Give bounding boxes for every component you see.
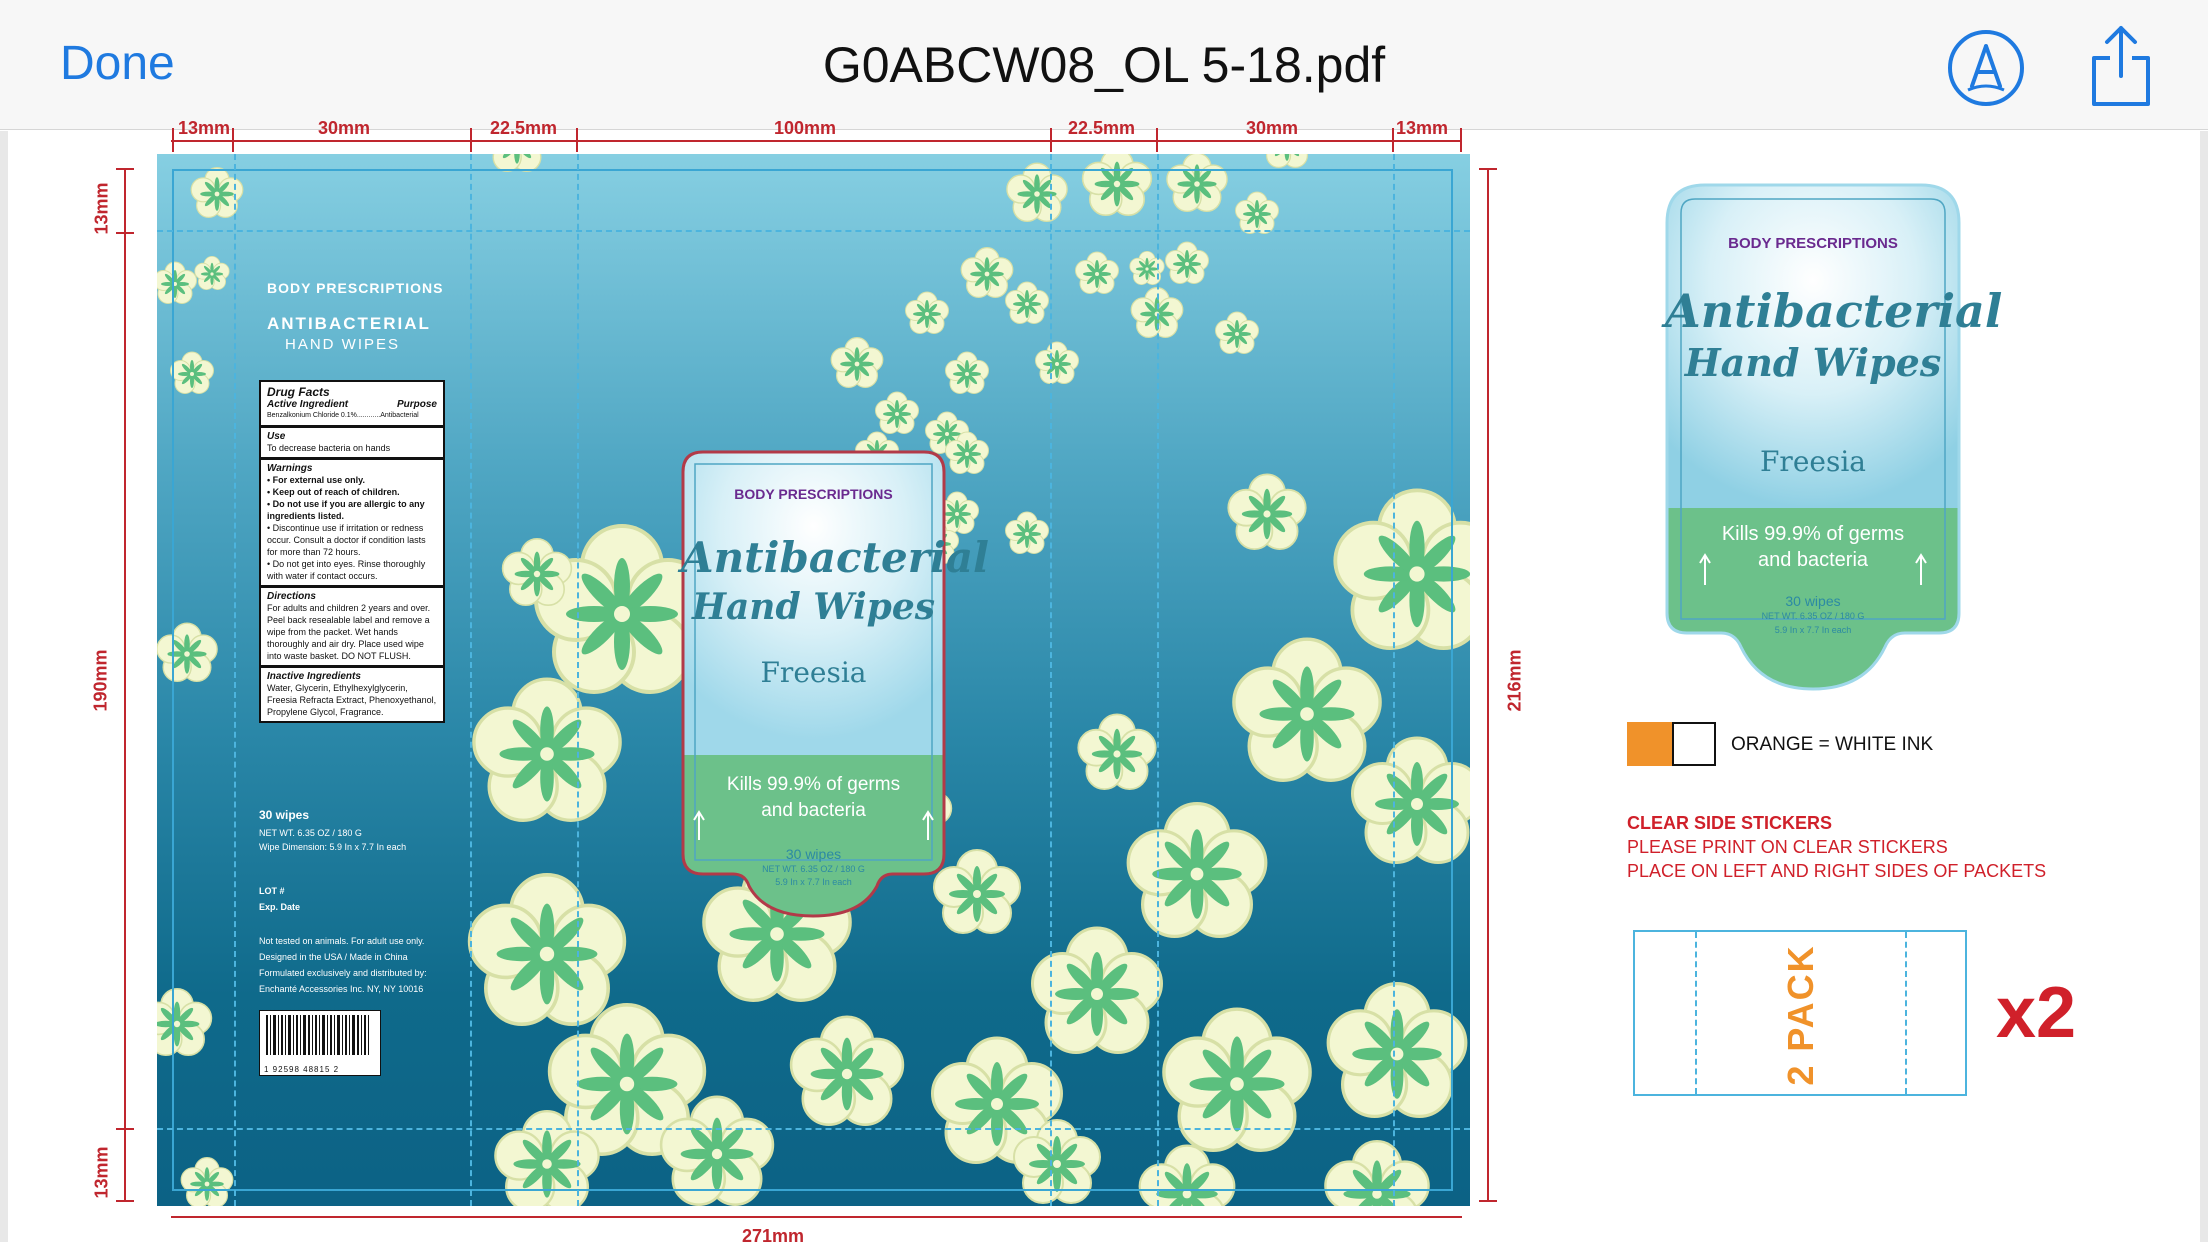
side-wipe-dim: Wipe Dimension: 5.9 In x 7.7 In each xyxy=(259,842,407,852)
inactive-title: Inactive Ingredients xyxy=(267,671,361,682)
label-brand: BODY PRESCRIPTIONS xyxy=(734,486,893,502)
sample-title-line2: Hand Wipes xyxy=(1684,340,1942,385)
warning-3: • Do not use if you are allergic to any … xyxy=(267,499,425,521)
dim-top-7: 13mm xyxy=(1396,118,1449,138)
active-ingredient-header: Active Ingredient xyxy=(267,399,349,410)
sample-brand: BODY PRESCRIPTIONS xyxy=(1728,235,1898,252)
dim-top-2: 30mm xyxy=(318,118,371,138)
barcode: 1 92598 48815 2 xyxy=(259,1010,381,1076)
directions-title: Directions xyxy=(267,591,316,602)
dim-left-2: 190mm xyxy=(90,649,111,712)
label-net-wt: NET WT. 6.35 OZ / 180 G xyxy=(762,864,865,874)
markup-button[interactable] xyxy=(1948,30,2024,106)
barcode-number: 1 92598 48815 2 xyxy=(264,1065,340,1074)
label-title-line1: Antibacterial xyxy=(681,533,990,582)
barcode-icon xyxy=(266,1015,369,1055)
side-product-line1: ANTIBACTERIAL xyxy=(267,314,431,333)
fold-line-4 xyxy=(1050,154,1052,1206)
use-text: To decrease bacteria on hands xyxy=(267,443,391,453)
dim-top-6: 30mm xyxy=(1246,118,1299,138)
clear-stickers-line1: PLEASE PRINT ON CLEAR STICKERS xyxy=(1627,837,1948,857)
sticker-multiplier: x2 xyxy=(1996,973,2077,1053)
warning-4: • Discontinue use if irritation or redne… xyxy=(267,523,426,557)
side-exp: Exp. Date xyxy=(259,902,301,912)
clear-stickers-title: CLEAR SIDE STICKERS xyxy=(1627,813,1833,833)
share-icon xyxy=(2092,26,2150,106)
sample-wipes: 30 wipes xyxy=(1785,593,1841,609)
document-title: G0ABCW08_OL 5-18.pdf xyxy=(822,37,1386,93)
page-edge-right xyxy=(2200,131,2208,1242)
dim-left-1: 13mm xyxy=(91,182,112,235)
label-kills-line2: and bacteria xyxy=(761,800,866,821)
warning-1: • For external use only. xyxy=(267,475,366,485)
side-net-wt: NET WT. 6.35 OZ / 180 G xyxy=(259,828,362,838)
markup-pen-icon xyxy=(1967,44,2005,92)
fold-line-3 xyxy=(577,154,579,1206)
orange-swatch xyxy=(1627,722,1672,766)
side-product-line2: HAND WIPES xyxy=(285,336,401,353)
use-title: Use xyxy=(267,431,286,442)
sample-kills-line2: and bacteria xyxy=(1757,549,1869,571)
page-edge-left xyxy=(0,131,8,1242)
sample-title-line1: Antibacterial xyxy=(1665,284,2003,338)
front-label: BODY PRESCRIPTIONS Antibacterial Hand Wi… xyxy=(681,450,990,920)
dim-bottom: 271mm xyxy=(742,1226,805,1246)
white-swatch xyxy=(1672,722,1716,766)
active-ingredient-row: Benzalkonium Chloride 0.1%............An… xyxy=(267,412,419,419)
inactive-text: Water, Glycerin, Ethylhexylglycerin, Fre… xyxy=(267,683,437,717)
ink-legend-text: ORANGE = WHITE INK xyxy=(1731,734,1934,755)
warning-5: • Do not get into eyes. Rinse thoroughly… xyxy=(267,559,426,581)
fold-line-2 xyxy=(470,154,472,1206)
fold-line-6 xyxy=(1393,154,1395,1206)
dim-top-3: 22.5mm xyxy=(490,118,558,138)
dim-top-1: 13mm xyxy=(178,118,231,138)
dim-top-4: 100mm xyxy=(774,118,837,138)
dim-top-5: 22.5mm xyxy=(1068,118,1136,138)
drug-facts-panel: Drug Facts Active Ingredient Purpose Ben… xyxy=(259,380,445,723)
fold-line-bottom xyxy=(157,1128,1470,1130)
label-wipes: 30 wipes xyxy=(785,846,842,862)
directions-text: For adults and children 2 years and over… xyxy=(267,603,431,661)
purpose-header: Purpose xyxy=(396,399,437,410)
sample-scent: Freesia xyxy=(1760,445,1866,478)
side-legal-1: Not tested on animals. For adult use onl… xyxy=(259,936,425,946)
navigation-bar: Done G0ABCW08_OL 5-18.pdf xyxy=(0,0,2208,130)
clear-stickers-line2: PLACE ON LEFT AND RIGHT SIDES OF PACKETS xyxy=(1627,861,2047,881)
share-button[interactable] xyxy=(2090,24,2152,108)
label-scent: Freesia xyxy=(760,656,867,689)
sample-net-wt: NET WT. 6.35 OZ / 180 G xyxy=(1761,611,1865,621)
fold-line-5 xyxy=(1157,154,1159,1206)
warning-2: • Keep out of reach of children. xyxy=(267,487,400,497)
label-kills-line1: Kills 99.9% of germs xyxy=(726,774,901,795)
side-legal-3: Formulated exclusively and distributed b… xyxy=(259,968,427,978)
sample-kills-line1: Kills 99.9% of germs xyxy=(1721,523,1905,545)
side-wipes-count: 30 wipes xyxy=(259,808,310,822)
label-sample: BODY PRESCRIPTIONS Antibacterial Hand Wi… xyxy=(1665,183,2003,693)
side-legal-4: Enchanté Accessories Inc. NY, NY 10016 xyxy=(259,984,424,994)
dim-right: 216mm xyxy=(1504,649,1525,712)
label-size: 5.9 In x 7.7 In each xyxy=(775,877,852,887)
side-legal-2: Designed in the USA / Made in China xyxy=(259,952,408,962)
package-dieline: BODY PRESCRIPTIONS ANTIBACTERIAL HAND WI… xyxy=(157,154,1470,1206)
dim-left-3: 13mm xyxy=(91,1146,112,1199)
warnings-title: Warnings xyxy=(267,463,313,474)
side-lot: LOT # xyxy=(259,886,285,896)
two-pack-text: 2 PACK xyxy=(1780,944,1821,1086)
label-title-line2: Hand Wipes xyxy=(691,586,936,628)
side-brand: BODY PRESCRIPTIONS xyxy=(267,280,444,296)
sample-size: 5.9 In x 7.7 In each xyxy=(1774,625,1852,635)
drug-facts-title: Drug Facts xyxy=(267,385,330,399)
